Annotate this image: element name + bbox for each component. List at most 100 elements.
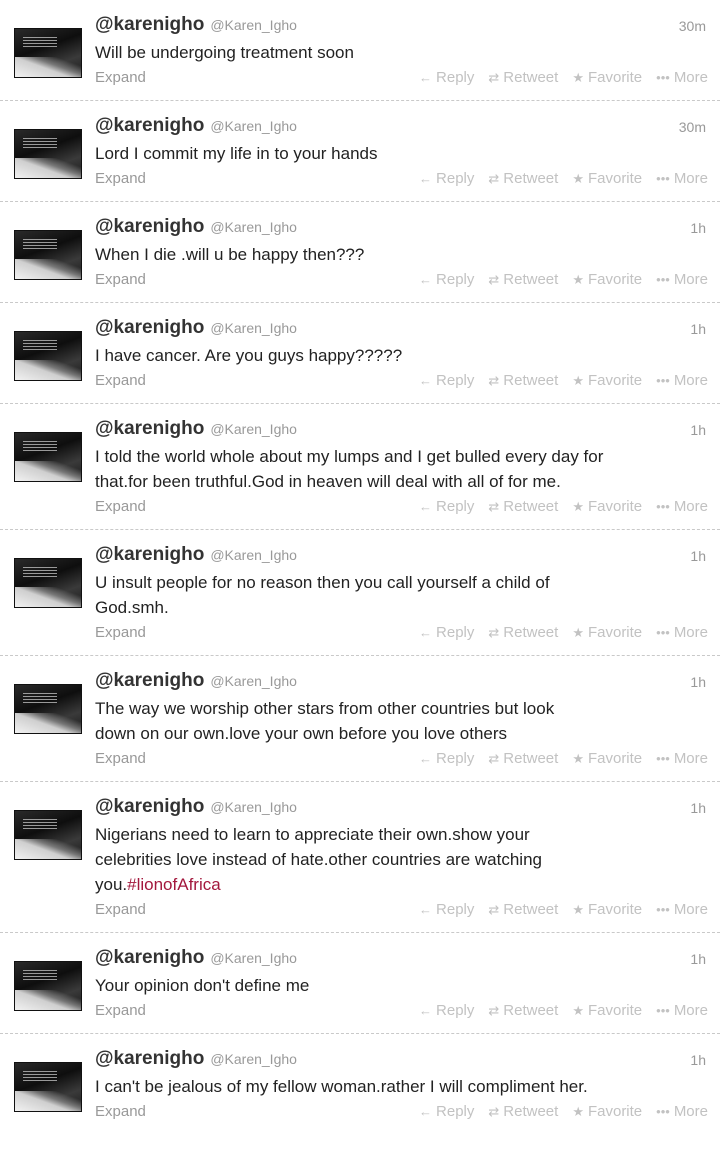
retweet-button[interactable]: ⇄ Retweet xyxy=(488,901,558,918)
tweet-timestamp[interactable]: 1h xyxy=(690,674,706,690)
tweet-item[interactable]: @karenigho @Karen_Igho 1h I can't be jealou… xyxy=(0,1034,720,1134)
username-link[interactable]: @karenigho xyxy=(95,670,204,692)
avatar[interactable] xyxy=(14,558,82,608)
favorite-button[interactable]: ★ Favorite xyxy=(572,498,642,515)
username-link[interactable]: @karenigho xyxy=(95,14,204,36)
more-button[interactable]: ••• More xyxy=(656,170,708,187)
tweet-item[interactable]: @karenigho @Karen_Igho 30m Lord I commit my… xyxy=(0,101,720,202)
avatar[interactable] xyxy=(14,230,82,280)
more-button[interactable]: ••• More xyxy=(656,1103,708,1120)
reply-button[interactable]: ← Reply xyxy=(419,750,474,767)
username-link[interactable]: @karenigho xyxy=(95,1048,204,1070)
retweet-button[interactable]: ⇄ Retweet xyxy=(488,624,558,641)
reply-label: Reply xyxy=(436,170,475,187)
tweet-timestamp[interactable]: 1h xyxy=(690,1052,706,1068)
reply-button[interactable]: ← Reply xyxy=(419,498,474,515)
reply-button[interactable]: ← Reply xyxy=(419,1103,474,1120)
retweet-button[interactable]: ⇄ Retweet xyxy=(488,372,558,389)
username-link[interactable]: @karenigho xyxy=(95,216,204,238)
reply-button[interactable]: ← Reply xyxy=(419,170,474,187)
tweet-timestamp[interactable]: 1h xyxy=(690,321,706,337)
tweet-timestamp[interactable]: 1h xyxy=(690,800,706,816)
tweet-item[interactable]: @karenigho @Karen_Igho 1h The way we worshi… xyxy=(0,656,720,782)
username-link[interactable]: @karenigho xyxy=(95,418,204,440)
favorite-button[interactable]: ★ Favorite xyxy=(572,750,642,767)
avatar[interactable] xyxy=(14,684,82,734)
expand-link[interactable]: Expand xyxy=(95,1002,146,1019)
avatar[interactable] xyxy=(14,961,82,1011)
retweet-button[interactable]: ⇄ Retweet xyxy=(488,271,558,288)
more-button[interactable]: ••• More xyxy=(656,750,708,767)
tweet-item[interactable]: @karenigho @Karen_Igho 1h When I die .will … xyxy=(0,202,720,303)
tweet-header: @karenigho @Karen_Igho xyxy=(95,1048,708,1074)
tweet-footer: Expand ← Reply ⇄ Retweet ★ Favorite ••• More xyxy=(95,495,708,519)
expand-link[interactable]: Expand xyxy=(95,750,146,767)
avatar[interactable] xyxy=(14,129,82,179)
tweet-item[interactable]: @karenigho @Karen_Igho 1h U insult people f… xyxy=(0,530,720,656)
tweet-timestamp[interactable]: 30m xyxy=(679,18,706,34)
expand-link[interactable]: Expand xyxy=(95,170,146,187)
tweet-item[interactable]: @karenigho @Karen_Igho 1h Your opinion don'… xyxy=(0,933,720,1034)
expand-link[interactable]: Expand xyxy=(95,901,146,918)
retweet-label: Retweet xyxy=(503,624,559,641)
favorite-button[interactable]: ★ Favorite xyxy=(572,1103,642,1120)
tweet-text-line: I can't be jealous of my fellow woman.ra… xyxy=(95,1077,588,1096)
avatar[interactable] xyxy=(14,28,82,78)
tweet-item[interactable]: @karenigho @Karen_Igho 1h I told the world … xyxy=(0,404,720,530)
username-link[interactable]: @karenigho xyxy=(95,947,204,969)
tweet-timestamp[interactable]: 30m xyxy=(679,119,706,135)
more-button[interactable]: ••• More xyxy=(656,624,708,641)
retweet-button[interactable]: ⇄ Retweet xyxy=(488,69,558,86)
reply-button[interactable]: ← Reply xyxy=(419,624,474,641)
retweet-button[interactable]: ⇄ Retweet xyxy=(488,1103,558,1120)
tweet-timestamp[interactable]: 1h xyxy=(690,951,706,967)
more-button[interactable]: ••• More xyxy=(656,271,708,288)
expand-link[interactable]: Expand xyxy=(95,372,146,389)
favorite-button[interactable]: ★ Favorite xyxy=(572,69,642,86)
retweet-button[interactable]: ⇄ Retweet xyxy=(488,170,558,187)
avatar[interactable] xyxy=(14,810,82,860)
retweet-button[interactable]: ⇄ Retweet xyxy=(488,1002,558,1019)
favorite-button[interactable]: ★ Favorite xyxy=(572,271,642,288)
more-button[interactable]: ••• More xyxy=(656,498,708,515)
expand-link[interactable]: Expand xyxy=(95,624,146,641)
favorite-button[interactable]: ★ Favorite xyxy=(572,372,642,389)
reply-button[interactable]: ← Reply xyxy=(419,271,474,288)
tweet-timestamp[interactable]: 1h xyxy=(690,220,706,236)
tweet-timestamp[interactable]: 1h xyxy=(690,548,706,564)
favorite-button[interactable]: ★ Favorite xyxy=(572,901,642,918)
retweet-label: Retweet xyxy=(503,170,559,187)
star-icon: ★ xyxy=(572,902,584,917)
avatar[interactable] xyxy=(14,331,82,381)
tweet-item[interactable]: @karenigho @Karen_Igho 1h Nigerians need to… xyxy=(0,782,720,933)
expand-link[interactable]: Expand xyxy=(95,69,146,86)
tweet-item[interactable]: @karenigho @Karen_Igho 1h I have cancer. Ar… xyxy=(0,303,720,404)
tweet-item[interactable]: @karenigho @Karen_Igho 30m Will be undergoi… xyxy=(0,0,720,101)
expand-link[interactable]: Expand xyxy=(95,271,146,288)
expand-link[interactable]: Expand xyxy=(95,498,146,515)
username-link[interactable]: @karenigho xyxy=(95,317,204,339)
retweet-button[interactable]: ⇄ Retweet xyxy=(488,750,558,767)
more-button[interactable]: ••• More xyxy=(656,69,708,86)
retweet-label: Retweet xyxy=(503,69,559,86)
reply-button[interactable]: ← Reply xyxy=(419,372,474,389)
more-button[interactable]: ••• More xyxy=(656,901,708,918)
retweet-button[interactable]: ⇄ Retweet xyxy=(488,498,558,515)
avatar[interactable] xyxy=(14,1062,82,1112)
reply-button[interactable]: ← Reply xyxy=(419,69,474,86)
username-link[interactable]: @karenigho xyxy=(95,544,204,566)
hashtag-link[interactable]: #lionofAfrica xyxy=(127,875,221,894)
expand-link[interactable]: Expand xyxy=(95,1103,146,1120)
avatar[interactable] xyxy=(14,432,82,482)
reply-button[interactable]: ← Reply xyxy=(419,901,474,918)
favorite-label: Favorite xyxy=(587,901,643,918)
more-button[interactable]: ••• More xyxy=(656,1002,708,1019)
favorite-button[interactable]: ★ Favorite xyxy=(572,170,642,187)
more-button[interactable]: ••• More xyxy=(656,372,708,389)
username-link[interactable]: @karenigho xyxy=(95,115,204,137)
favorite-button[interactable]: ★ Favorite xyxy=(572,1002,642,1019)
reply-button[interactable]: ← Reply xyxy=(419,1002,474,1019)
username-link[interactable]: @karenigho xyxy=(95,796,204,818)
favorite-button[interactable]: ★ Favorite xyxy=(572,624,642,641)
tweet-timestamp[interactable]: 1h xyxy=(690,422,706,438)
